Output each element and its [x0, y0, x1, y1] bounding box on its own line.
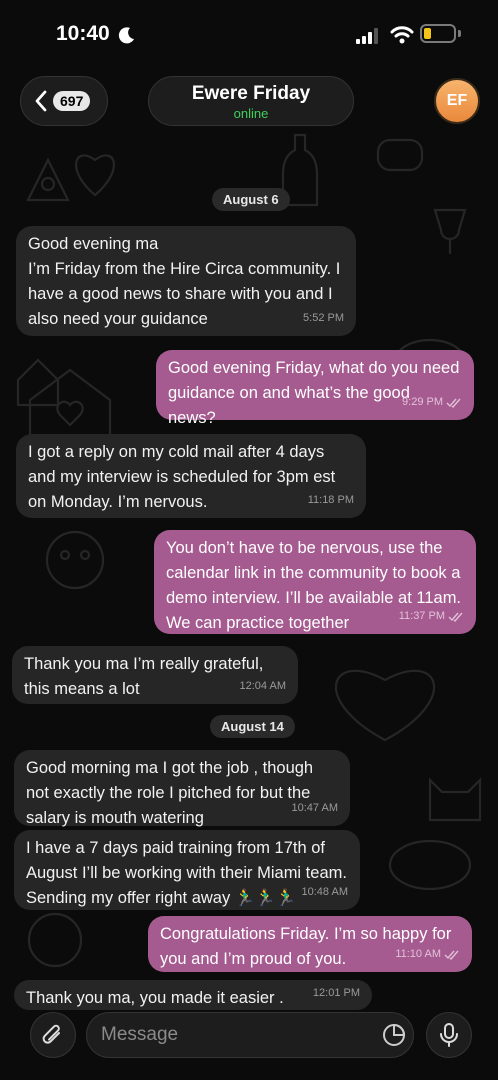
status-bar: 10:40 — [0, 0, 498, 66]
chat-status: online — [233, 106, 269, 121]
microphone-icon — [440, 1023, 458, 1047]
message-time: 10:47 AM — [291, 802, 338, 814]
message-text: Good evening ma I’m Friday from the Hire… — [28, 235, 341, 328]
message-bubble-incoming[interactable]: Good morning ma I got the job , though n… — [14, 750, 350, 827]
date-separator: August 6 — [212, 188, 290, 211]
message-bubble-outgoing[interactable]: Good evening Friday, what do you need gu… — [156, 350, 474, 427]
date-separator: August 14 — [210, 715, 295, 738]
double-check-icon — [448, 612, 463, 622]
message-bubble-incoming[interactable]: Good evening ma I’m Friday from the Hire… — [16, 226, 356, 336]
avatar-initials: EF — [446, 92, 468, 109]
message-text: I got a reply on my cold mail after 4 da… — [28, 443, 336, 511]
battery-icon — [420, 24, 456, 43]
back-button[interactable]: 697 — [20, 76, 108, 126]
paperclip-icon — [42, 1024, 60, 1044]
double-check-icon — [446, 398, 461, 408]
message-time: 11:37 PM — [398, 610, 445, 622]
message-time: 12:04 AM — [239, 680, 286, 692]
moon-icon — [118, 27, 134, 44]
chat-title-pill[interactable]: Ewere Friday online — [148, 76, 354, 126]
message-bubble-outgoing[interactable]: You don’t have to be nervous, use the ca… — [154, 530, 476, 634]
double-check-icon — [444, 950, 459, 960]
wifi-icon — [390, 26, 414, 44]
status-time: 10:40 — [56, 22, 110, 45]
message-time: 9:29 PM — [402, 396, 443, 408]
message-time: 5:52 PM — [303, 312, 344, 324]
message-time: 11:10 AM — [395, 948, 441, 960]
message-time: 11:18 PM — [307, 494, 354, 506]
signal-icon — [356, 28, 378, 44]
message-bubble-incoming[interactable]: Thank you ma I’m really grateful, this m… — [12, 646, 298, 704]
chat-title: Ewere Friday — [191, 83, 311, 104]
message-time: 10:48 AM — [301, 886, 348, 898]
message-bubble-outgoing[interactable]: Congratulations Friday. I’m so happy for… — [148, 916, 472, 972]
avatar[interactable]: EF — [434, 78, 480, 124]
message-composer — [0, 1000, 498, 1080]
attach-button[interactable] — [30, 1012, 76, 1058]
sticker-icon[interactable] — [382, 1023, 406, 1047]
message-bubble-incoming[interactable]: I got a reply on my cold mail after 4 da… — [16, 434, 366, 518]
unread-count-badge: 697 — [53, 91, 91, 111]
chevron-left-icon — [35, 90, 47, 112]
message-input[interactable] — [86, 1012, 414, 1058]
message-text: I have a 7 days paid training from 17th … — [26, 839, 347, 907]
message-bubble-incoming[interactable]: I have a 7 days paid training from 17th … — [14, 830, 360, 910]
microphone-button[interactable] — [426, 1012, 472, 1058]
